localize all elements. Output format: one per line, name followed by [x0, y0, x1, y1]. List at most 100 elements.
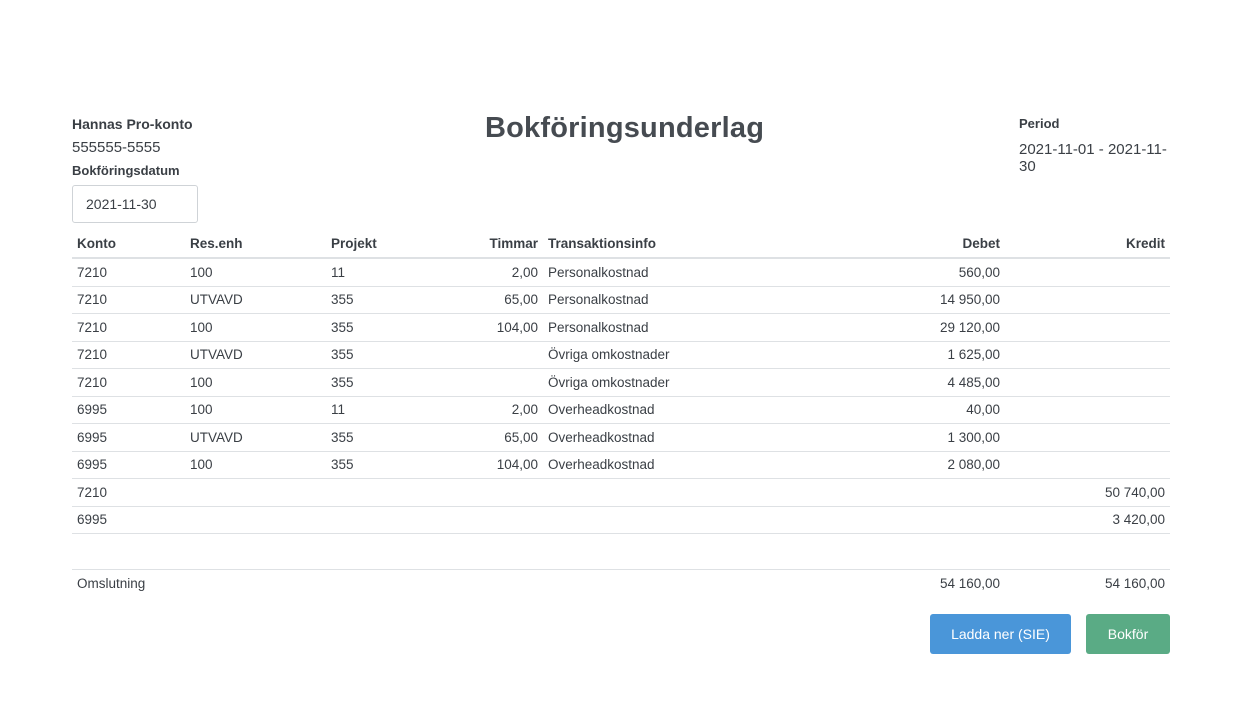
cell-info [543, 478, 743, 507]
column-header-kredit: Kredit [1005, 230, 1170, 259]
booking-date-input[interactable] [72, 185, 198, 223]
cell-resenh: 100 [185, 313, 326, 342]
cell-timmar [424, 368, 543, 397]
column-header-info: Transaktionsinfo [543, 230, 743, 259]
cell-kredit [1005, 341, 1170, 369]
cell-resenh [185, 478, 326, 507]
cell-projekt: 355 [326, 451, 424, 479]
total-debet: 54 160,00 [939, 575, 1000, 591]
cell-resenh: 100 [185, 258, 326, 287]
cell-info: Overheadkostnad [543, 451, 743, 479]
cell-konto: 6995 [72, 506, 185, 534]
cell-timmar [424, 478, 543, 507]
column-header-resenh: Res.enh [185, 230, 326, 259]
total-label: Omslutning [77, 575, 146, 591]
cell-projekt: 355 [326, 341, 424, 369]
cell-projekt: 355 [326, 423, 424, 452]
cell-timmar: 65,00 [424, 286, 543, 314]
cell-kredit: 3 420,00 [1005, 506, 1170, 534]
cell-timmar: 104,00 [424, 313, 543, 342]
cell-konto: 7210 [72, 313, 185, 342]
cell-projekt: 355 [326, 286, 424, 314]
cell-kredit [1005, 368, 1170, 397]
cell-timmar: 2,00 [424, 258, 543, 287]
table-total-row: Omslutning 54 160,00 54 160,00 [72, 570, 1170, 597]
cell-resenh [185, 506, 326, 534]
column-header-konto: Konto [72, 230, 185, 259]
cell-info [543, 506, 743, 534]
cell-debet: 4 485,00 [743, 368, 1005, 397]
cell-info: Personalkostnad [543, 286, 743, 314]
table-row: 7210 50 740,00 [72, 478, 1170, 507]
cell-debet [743, 506, 1005, 534]
column-header-projekt: Projekt [326, 230, 424, 259]
cell-konto: 7210 [72, 341, 185, 369]
table-row: 6995 100 11 2,00 Overheadkostnad 40,00 [72, 396, 1170, 424]
total-kredit: 54 160,00 [1104, 575, 1165, 591]
cell-kredit [1005, 286, 1170, 314]
cell-debet: 14 950,00 [743, 286, 1005, 314]
cell-timmar: 104,00 [424, 451, 543, 479]
cell-kredit: 50 740,00 [1005, 478, 1170, 507]
table-row: 7210 UTVAVD 355 Övriga omkostnader 1 625,00 [72, 341, 1170, 369]
cell-info: Övriga omkostnader [543, 341, 743, 369]
booking-date-label: Bokföringsdatum [72, 163, 180, 178]
org-number: 555555-5555 [72, 139, 161, 156]
cell-timmar [424, 341, 543, 369]
cell-kredit [1005, 451, 1170, 479]
download-sie-button[interactable]: Ladda ner (SIE) [930, 614, 1071, 654]
cell-debet: 1 625,00 [743, 341, 1005, 369]
cell-resenh: UTVAVD [185, 423, 326, 452]
cell-projekt: 355 [326, 368, 424, 397]
cell-konto: 7210 [72, 368, 185, 397]
cell-info: Övriga omkostnader [543, 368, 743, 397]
cell-debet: 29 120,00 [743, 313, 1005, 342]
table-row: 7210 UTVAVD 355 65,00 Personalkostnad 14 950,… [72, 286, 1170, 314]
table-spacer-row [72, 533, 1170, 570]
cell-resenh: 100 [185, 396, 326, 424]
cell-resenh: UTVAVD [185, 341, 326, 369]
cell-kredit [1005, 258, 1170, 287]
cell-timmar: 65,00 [424, 423, 543, 452]
cell-kredit [1005, 423, 1170, 452]
cell-debet: 2 080,00 [743, 451, 1005, 479]
cell-resenh: 100 [185, 368, 326, 397]
column-header-timmar: Timmar [424, 230, 543, 259]
cell-debet [743, 478, 1005, 507]
document-header: Hannas Pro-konto 555555-5555 Bokföringsd… [72, 0, 1170, 240]
cell-info: Personalkostnad [543, 258, 743, 287]
cell-debet: 40,00 [743, 396, 1005, 424]
cell-debet: 560,00 [743, 258, 1005, 287]
table-row: 6995 UTVAVD 355 65,00 Overheadkostnad 1 300,0… [72, 423, 1170, 452]
table-row: 7210 100 355 104,00 Personalkostnad 29 120,00 [72, 313, 1170, 342]
cell-kredit [1005, 313, 1170, 342]
ledger-table: Konto Res.enh Projekt Timmar Transaktion… [72, 230, 1170, 596]
column-header-debet: Debet [743, 230, 1005, 259]
bookkeeping-document: Hannas Pro-konto 555555-5555 Bokföringsd… [72, 0, 1170, 654]
cell-konto: 6995 [72, 396, 185, 424]
cell-konto: 6995 [72, 423, 185, 452]
book-button[interactable]: Bokför [1086, 614, 1170, 654]
cell-projekt: 11 [326, 258, 424, 287]
org-name: Hannas Pro-konto [72, 116, 193, 132]
cell-konto: 6995 [72, 451, 185, 479]
period-value: 2021-11-01 - 2021-11-30 [1019, 141, 1167, 175]
cell-kredit [1005, 396, 1170, 424]
cell-debet: 1 300,00 [743, 423, 1005, 452]
cell-timmar [424, 506, 543, 534]
cell-info: Overheadkostnad [543, 396, 743, 424]
cell-timmar: 2,00 [424, 396, 543, 424]
table-row: 6995 3 420,00 [72, 506, 1170, 534]
table-row: 7210 100 355 Övriga omkostnader 4 485,00 [72, 368, 1170, 397]
cell-konto: 7210 [72, 478, 185, 507]
period-label: Period [1019, 116, 1060, 131]
table-row: 6995 100 355 104,00 Overheadkostnad 2 080,00 [72, 451, 1170, 479]
cell-resenh: 100 [185, 451, 326, 479]
cell-konto: 7210 [72, 286, 185, 314]
cell-projekt: 355 [326, 313, 424, 342]
table-row: 7210 100 11 2,00 Personalkostnad 560,00 [72, 258, 1170, 287]
page-title: Bokföringsunderlag [485, 112, 765, 144]
table-header-row: Konto Res.enh Projekt Timmar Transaktion… [72, 230, 1170, 259]
cell-projekt: 11 [326, 396, 424, 424]
cell-resenh: UTVAVD [185, 286, 326, 314]
